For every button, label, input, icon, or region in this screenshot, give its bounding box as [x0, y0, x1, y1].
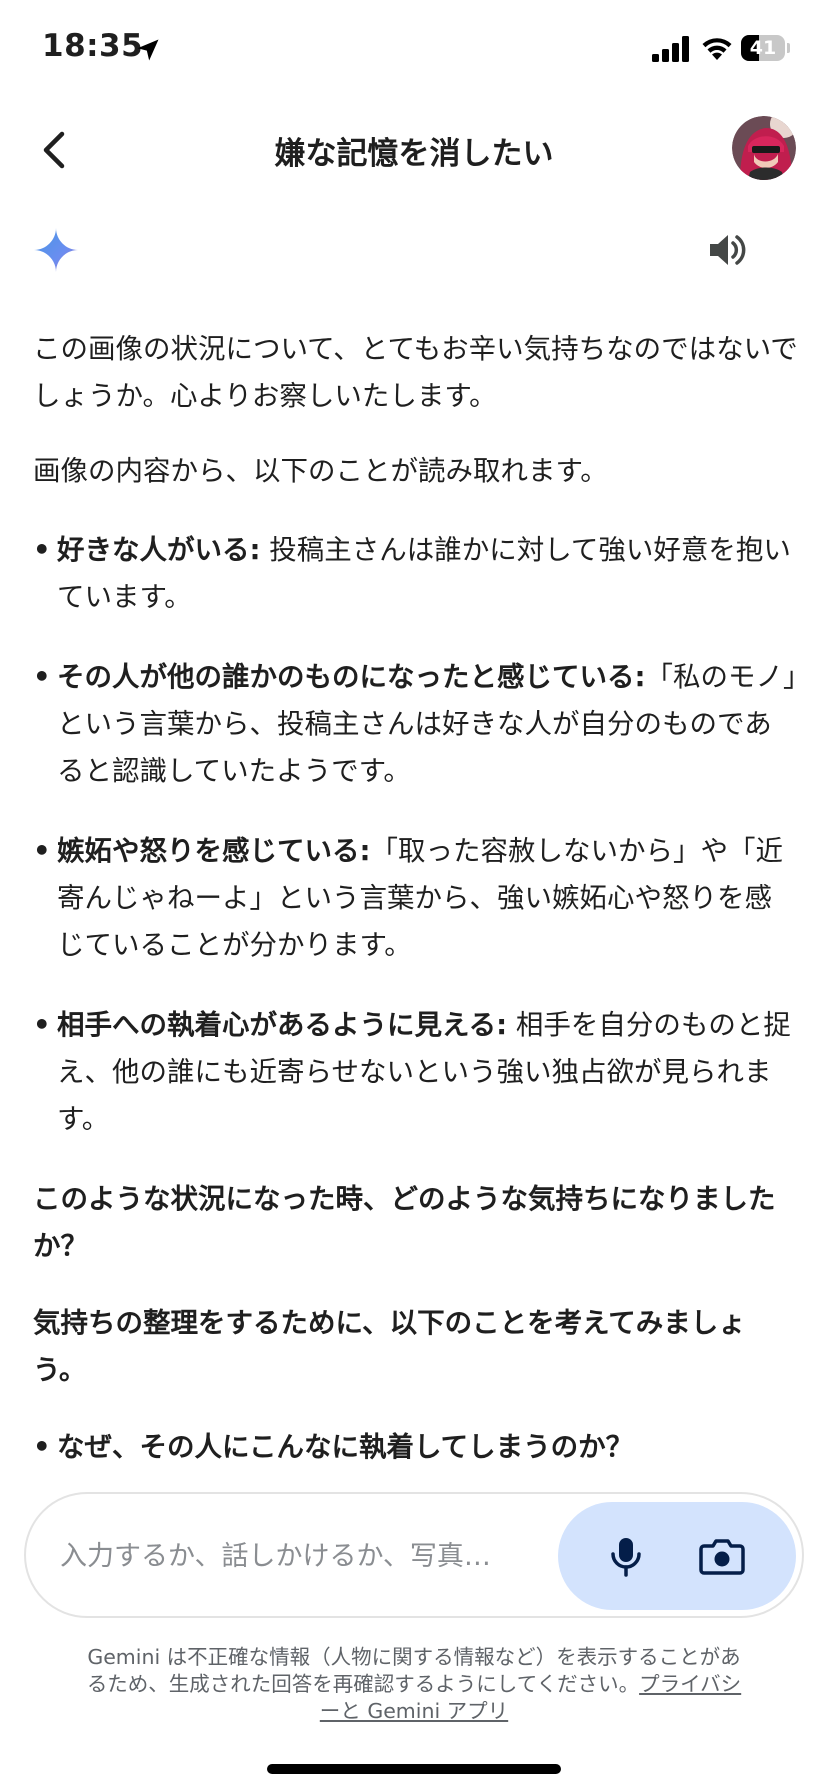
list-item-heading: 好きな人がいる: [57, 534, 261, 566]
home-indicator[interactable] [267, 1764, 561, 1774]
response-paragraph: この画像の状況について、とてもお辛い気持ちなのではないでしょうか。心よりお察しい… [33, 333, 798, 412]
list-item: その人が他の誰かのものになったと感じている:「私のモノ」という言葉から、投稿主さ… [33, 654, 799, 795]
battery-level: 41 [749, 37, 777, 59]
prompt-input[interactable] [58, 1534, 562, 1578]
status-time: 18:35 [42, 28, 144, 64]
user-avatar[interactable] [732, 116, 796, 180]
page-title: 嫌な記憶を消したい [274, 136, 554, 172]
list-item-heading: その人が他の誰かのものになったと感じている: [57, 661, 646, 693]
microphone-icon[interactable] [600, 1530, 652, 1582]
list-item-heading: 嫉妬や怒りを感じている: [57, 835, 371, 867]
chat-header: 嫌な記憶を消したい [0, 100, 828, 200]
gemini-sparkle-icon [34, 228, 78, 272]
location-arrow-icon [137, 39, 159, 61]
status-bar: 18:35 41 [0, 0, 828, 100]
response-paragraph: 画像の内容から、以下のことが読み取れます。 [33, 455, 608, 487]
question-text: このような状況になった時、どのような気持ちになりましたか？ [33, 1183, 776, 1262]
list-item: 嫉妬や怒りを感じている:「取った容赦しないから」や「近寄んじゃねーよ」という言葉… [33, 828, 799, 969]
prompt-input-bar [24, 1492, 804, 1618]
back-chevron-icon[interactable] [28, 122, 84, 178]
cellular-signal-icon [652, 36, 689, 62]
list-item: 相手への執着心があるように見える: 相手を自分のものと捉え、他の誰にも近寄らせな… [33, 1002, 799, 1143]
list-item-heading: 相手への執着心があるように見える: [57, 1009, 508, 1041]
input-actions [558, 1502, 796, 1610]
disclaimer: Gemini は不正確な情報（人物に関する情報など）を表示することがあるため、生… [80, 1644, 748, 1725]
instruction-text: 気持ちの整理をするために、以下のことを考えてみましょう。 [33, 1307, 746, 1386]
wifi-icon [702, 38, 732, 60]
bullet-list: 好きな人がいる: 投稿主さんは誰かに対して強い好意を抱いています。 その人が他の… [33, 527, 799, 1143]
response-content: この画像の状況について、とてもお辛い気持ちなのではないでしょうか。心よりお察しい… [33, 326, 799, 1504]
speaker-icon[interactable] [704, 226, 752, 274]
camera-icon[interactable] [696, 1530, 748, 1582]
list-item: 好きな人がいる: 投稿主さんは誰かに対して強い好意を抱いています。 [33, 527, 799, 621]
battery-icon: 41 [741, 35, 790, 61]
